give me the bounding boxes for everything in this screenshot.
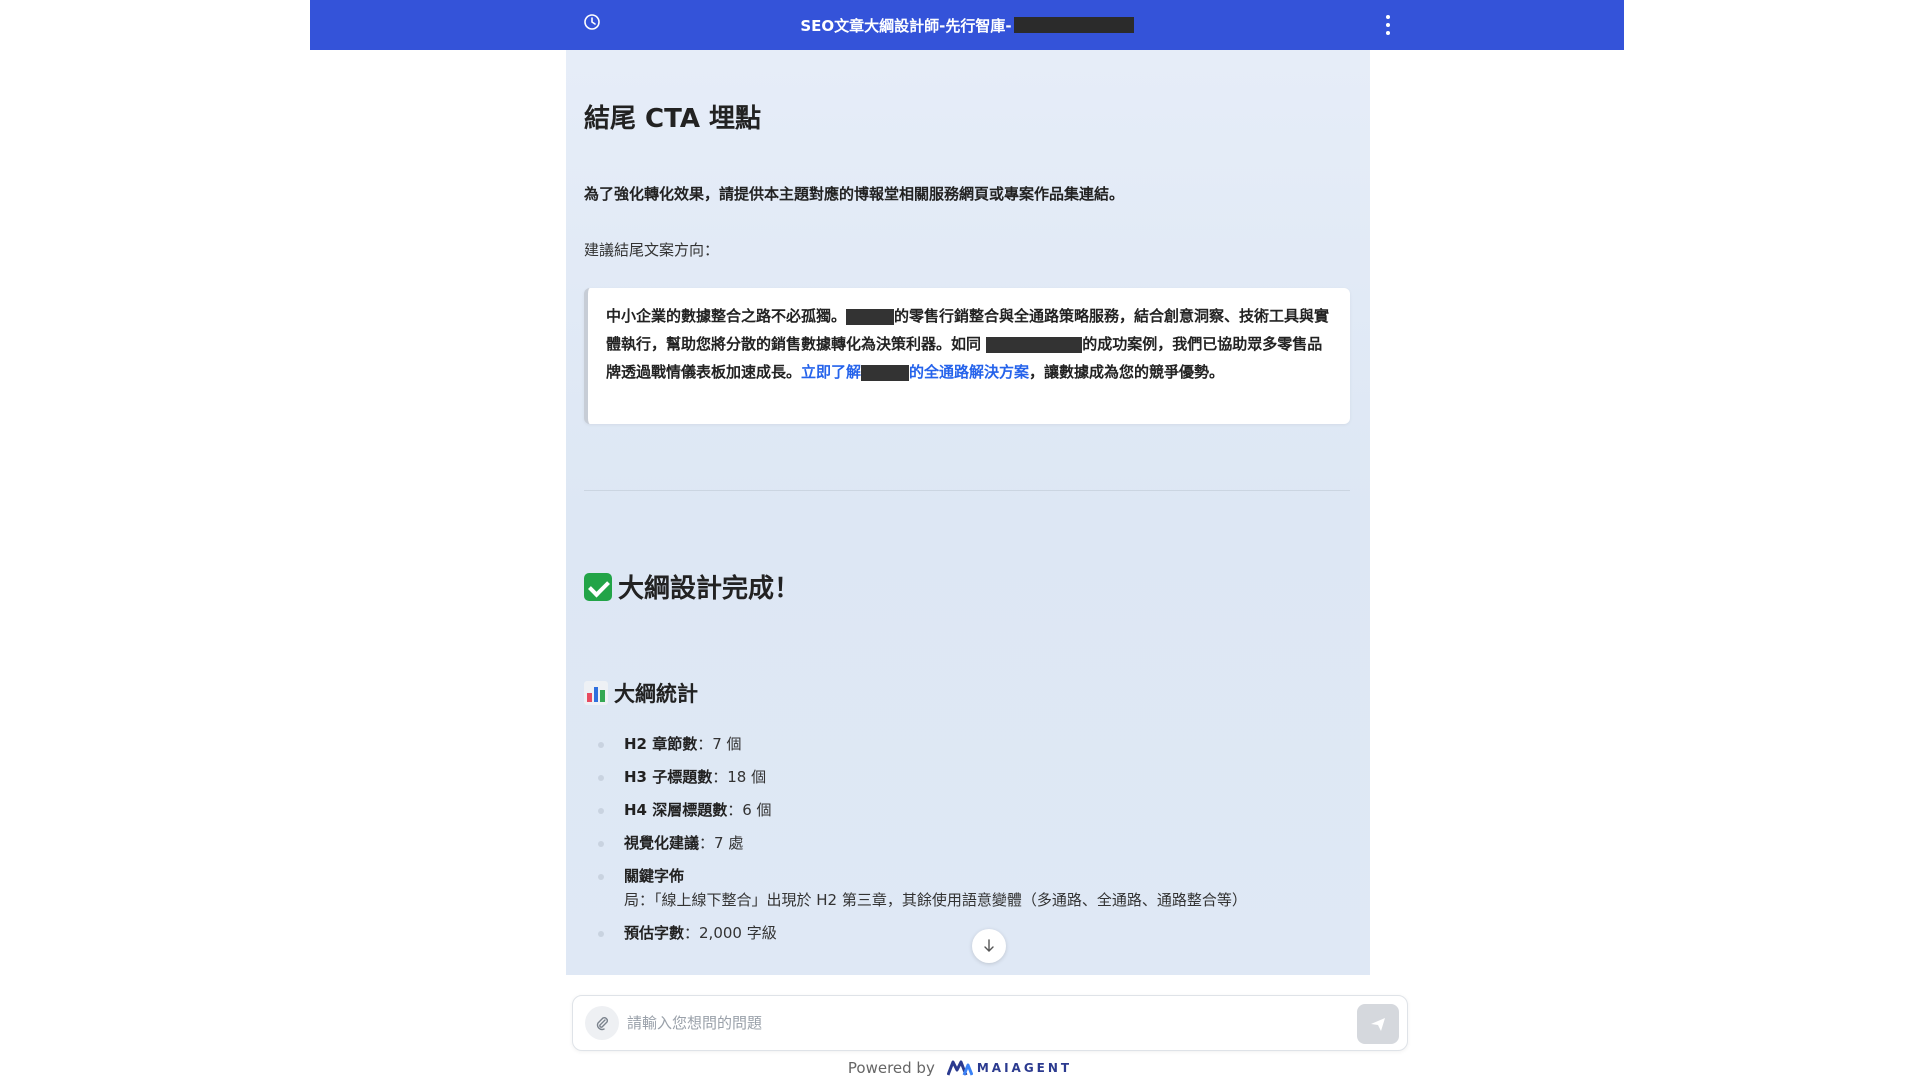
- page-title: SEO文章大綱設計師-先行智庫-: [310, 0, 1624, 50]
- send-icon: [1371, 1018, 1385, 1031]
- quote-part1: 中小企業的數據整合之路不必孤獨。: [606, 307, 847, 325]
- chat-panel: 結尾 CTA 埋點 為了強化轉化效果，請提供本主題對應的博報堂相關服務網頁或專案…: [566, 50, 1370, 975]
- powered-by-text: Powered by: [847, 1059, 935, 1077]
- message-input[interactable]: [627, 996, 1347, 1050]
- cta-intro: 為了強化轉化效果，請提供本主題對應的博報堂相關服務網頁或專案作品集連結。: [584, 185, 1125, 203]
- powered-by-footer: Powered by MAIAGENT: [0, 1058, 1920, 1078]
- list-item: 預估字數：2,000 字級: [584, 921, 1247, 945]
- list-item: H2 章節數：7 個: [584, 732, 1247, 756]
- list-item: 視覺化建議：7 處: [584, 831, 1247, 855]
- check-mark-icon: [584, 572, 612, 601]
- divider: [584, 490, 1350, 491]
- list-item: H4 深層標題數：6 個: [584, 798, 1247, 822]
- done-heading: 大綱設計完成！: [584, 568, 800, 605]
- redaction-block: [861, 364, 910, 381]
- list-item: 關鍵字佈 局：「線上線下整合」出現於 H2 第三章，其餘使用語意變體（多通路、全通…: [584, 864, 1247, 912]
- stats-list: H2 章節數：7 個 H3 子標題數：18 個 H4 深層標題數：6 個 視覺化…: [584, 732, 1247, 954]
- redaction-block: [1013, 17, 1134, 33]
- scroll-down-button[interactable]: [972, 929, 1006, 963]
- redaction-block: [986, 336, 1083, 353]
- stats-heading: 大綱統計: [584, 678, 698, 708]
- cta-heading: 結尾 CTA 埋點: [584, 104, 762, 134]
- maiagent-logo-icon: [946, 1060, 973, 1076]
- quote-part4: ，讓數據成為您的競爭優勢。: [1029, 363, 1225, 381]
- cta-quote-block: 中小企業的數據整合之路不必孤獨。 的零售行銷整合與全通路策略服務，結合創意洞察、技…: [584, 288, 1350, 424]
- bar-chart-icon: [584, 681, 608, 705]
- send-button[interactable]: [1357, 1004, 1399, 1044]
- redaction-block: [846, 308, 895, 325]
- kebab-menu-icon[interactable]: [1378, 12, 1398, 38]
- app-header: SEO文章大綱設計師-先行智庫-: [310, 0, 1624, 50]
- solution-link[interactable]: 立即了解 的全通路解決方案: [801, 363, 1029, 381]
- arrow-down-icon: [984, 939, 994, 952]
- cta-direction: 建議結尾文案方向：: [584, 241, 720, 259]
- list-item: H3 子標題數：18 個: [584, 765, 1247, 789]
- brand-logo[interactable]: MAIAGENT: [946, 1060, 1072, 1076]
- message-input-bar: [572, 995, 1408, 1051]
- paperclip-icon[interactable]: [585, 1006, 619, 1040]
- header-title-text: SEO文章大綱設計師-先行智庫-: [800, 16, 1012, 35]
